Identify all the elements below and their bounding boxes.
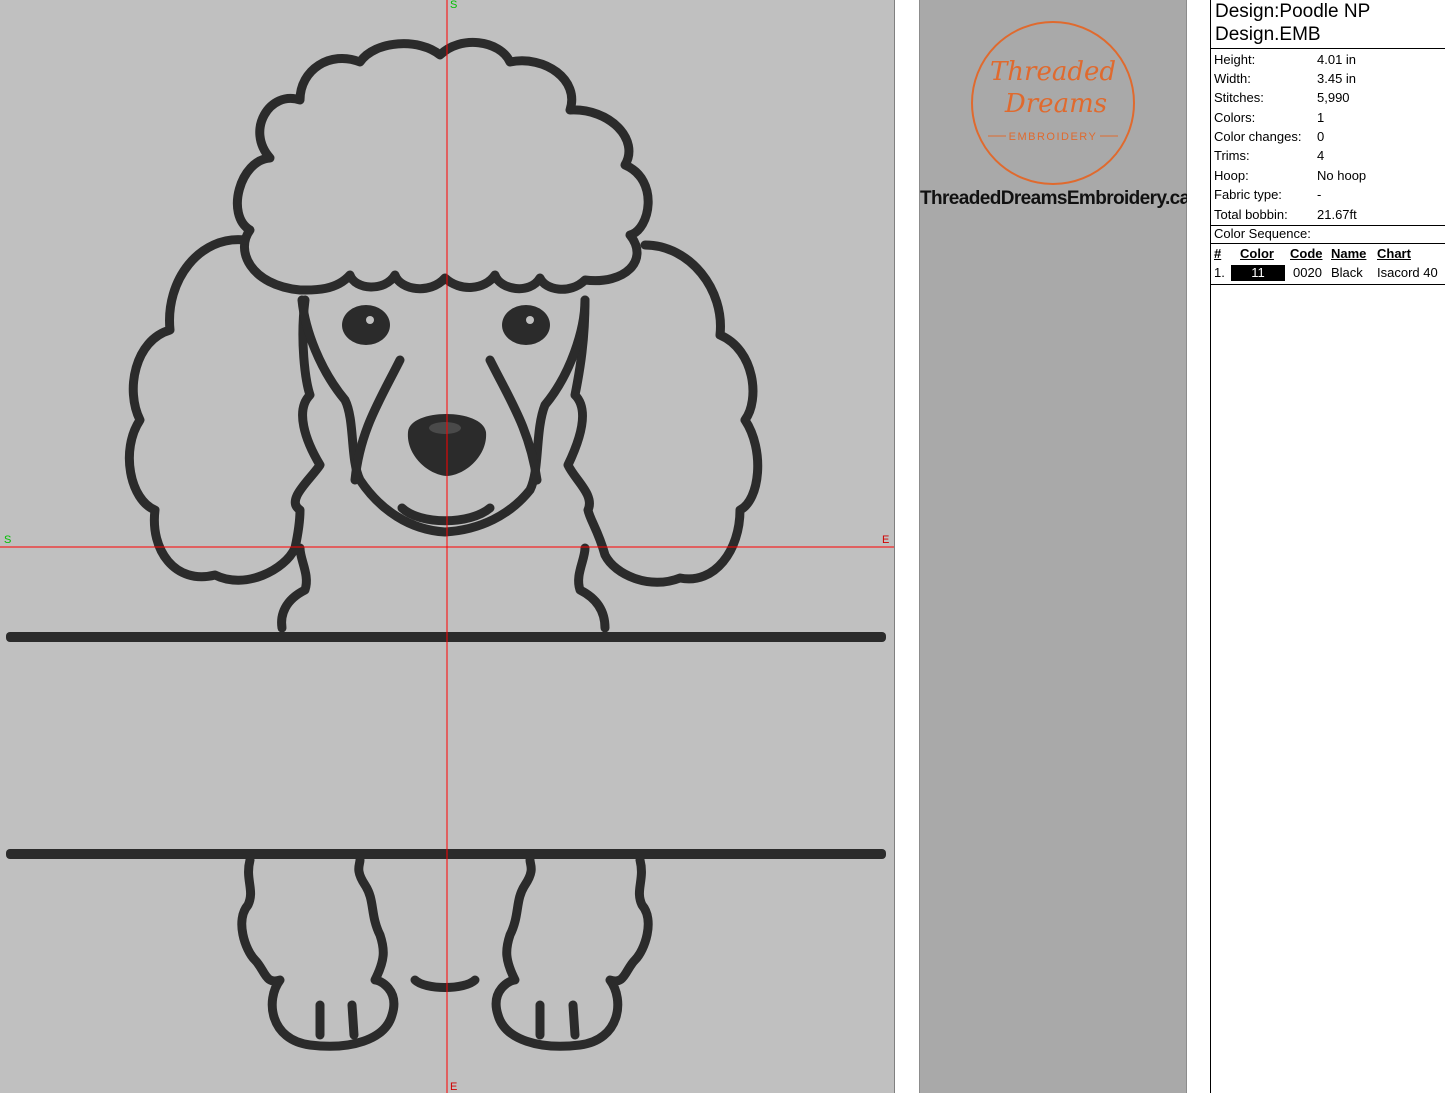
website-label: ThreadedDreamsEmbroidery.ca bbox=[920, 188, 1190, 209]
seq-row-code: 0020 bbox=[1293, 265, 1322, 280]
panel-gap bbox=[895, 0, 919, 1093]
hair-pouf bbox=[232, 37, 653, 295]
prop-label-width: Width: bbox=[1214, 71, 1251, 86]
panel-gap bbox=[1187, 0, 1210, 1093]
right-eye-highlight bbox=[526, 316, 534, 324]
svg-text:Dreams: Dreams bbox=[1004, 89, 1107, 119]
end-marker-right: E bbox=[882, 534, 890, 546]
seq-row-num: 1. bbox=[1214, 265, 1225, 280]
nose-highlight bbox=[429, 422, 461, 434]
left-toe-2 bbox=[347, 1000, 359, 1040]
seq-row-chart: Isacord 40 bbox=[1377, 265, 1438, 280]
start-marker-top: S bbox=[450, 0, 458, 11]
left-muzzle-line bbox=[350, 355, 405, 485]
prop-label-height: Height: bbox=[1214, 52, 1256, 67]
prop-value-trims: 4 bbox=[1317, 148, 1325, 163]
divider bbox=[1211, 48, 1445, 49]
seq-header-code: Code bbox=[1290, 246, 1323, 261]
poodle-embroidery-design bbox=[0, 0, 894, 1093]
right-ear bbox=[563, 240, 763, 587]
end-marker-bottom: E bbox=[450, 1081, 458, 1093]
prop-value-height: 4.01 in bbox=[1317, 52, 1357, 67]
mouth bbox=[397, 503, 495, 526]
prop-label-hoop: Hoop: bbox=[1214, 168, 1249, 183]
prop-label-fabric-type: Fabric type: bbox=[1214, 187, 1282, 202]
right-toe-2 bbox=[568, 1000, 580, 1040]
divider bbox=[1211, 243, 1445, 244]
threaded-dreams-logo: Threaded Dreams EMBROIDERY bbox=[968, 18, 1138, 193]
chest-right bbox=[574, 543, 610, 633]
design-canvas[interactable]: S S E E bbox=[0, 0, 895, 1093]
prop-value-width: 3.45 in bbox=[1317, 71, 1357, 86]
prop-label-total-bobbin: Total bobbin: bbox=[1214, 207, 1288, 222]
prop-label-stitches: Stitches: bbox=[1214, 90, 1264, 105]
seq-header-num: # bbox=[1214, 246, 1222, 261]
svg-text:Threaded: Threaded bbox=[990, 57, 1116, 87]
prop-label-color-changes: Color changes: bbox=[1214, 129, 1302, 144]
design-info-panel: Design:Poodle NP Design.EMB Height: 4.01… bbox=[1210, 0, 1445, 1093]
seq-header-color: Color bbox=[1240, 246, 1274, 261]
right-muzzle-line bbox=[485, 355, 542, 485]
prop-value-hoop: No hoop bbox=[1317, 168, 1367, 183]
prop-value-fabric-type: - bbox=[1317, 187, 1322, 202]
left-eye bbox=[342, 305, 390, 345]
left-eye-highlight bbox=[366, 316, 374, 324]
seq-header-chart: Chart bbox=[1377, 246, 1411, 261]
start-marker-left: S bbox=[4, 534, 12, 546]
design-title: Design:Poodle NP bbox=[1215, 1, 1371, 22]
color-swatch: 11 bbox=[1231, 265, 1285, 281]
seq-row-name: Black bbox=[1331, 265, 1363, 280]
brand-panel: Threaded Dreams EMBROIDERY ThreadedDream… bbox=[919, 0, 1190, 1093]
prop-label-colors: Colors: bbox=[1214, 110, 1256, 125]
prop-value-total-bobbin: 21.67ft bbox=[1317, 207, 1357, 222]
split-bar-bottom bbox=[6, 849, 886, 859]
prop-value-color-changes: 0 bbox=[1317, 129, 1325, 144]
prop-label-trims: Trims: bbox=[1214, 148, 1250, 163]
belly-line bbox=[410, 975, 480, 992]
color-sequence-title: Color Sequence: bbox=[1214, 226, 1311, 241]
divider bbox=[1211, 284, 1445, 285]
seq-header-name: Name bbox=[1331, 246, 1367, 261]
design-filename: Design.EMB bbox=[1215, 24, 1321, 45]
split-bar-top bbox=[6, 632, 886, 642]
prop-value-stitches: 5,990 bbox=[1317, 90, 1350, 105]
svg-text:EMBROIDERY: EMBROIDERY bbox=[1009, 131, 1098, 143]
right-eye bbox=[502, 305, 550, 345]
prop-value-colors: 1 bbox=[1317, 110, 1325, 125]
